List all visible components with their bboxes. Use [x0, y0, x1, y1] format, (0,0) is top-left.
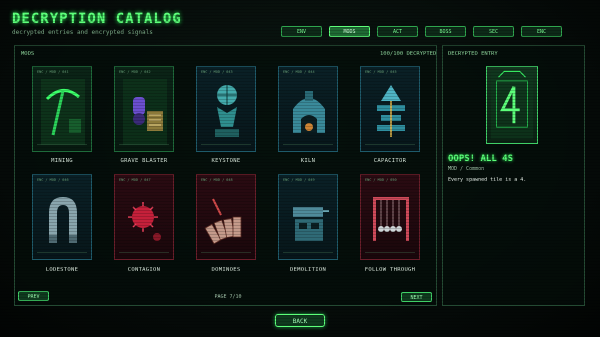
page-title: DECRYPTION CATALOG — [12, 11, 182, 27]
decrypted-count: 100/100 DECRYPTED — [380, 51, 437, 57]
number-four-icon — [490, 70, 534, 139]
card-tag: ENC / MOD / 043 — [201, 70, 233, 74]
card-tag: ENC / MOD / 045 — [365, 70, 397, 74]
card-tag: ENC / MOD / 049 — [283, 178, 315, 182]
card-name-lodestone: LODESTONE — [45, 267, 79, 273]
mod-card-lodestone[interactable]: ENC / MOD / 046 — [32, 174, 92, 260]
pickaxe-icon — [41, 79, 85, 145]
card-name-mining: MINING — [51, 158, 73, 164]
detail-section-label: DECRYPTED ENTRY — [448, 51, 498, 57]
card-footer — [283, 144, 333, 148]
category-tabs: ENV MODS ACT BOSS SEC ENC — [281, 26, 562, 37]
mod-card-demolition[interactable]: ENC / MOD / 049 — [278, 174, 338, 260]
mod-card-follow-through[interactable]: ENC / MOD / 050 — [360, 174, 420, 260]
grid-section-label: MODS — [21, 51, 35, 57]
card-tag: ENC / MOD / 048 — [201, 178, 233, 182]
card-name-follow-through: FOLLOW THROUGH — [364, 267, 416, 273]
mod-card-capacitor[interactable]: ENC / MOD / 045 — [360, 66, 420, 152]
card-name-grave-blaster: GRAVE BLASTER — [120, 158, 168, 164]
card-tag: ENC / MOD / 044 — [283, 70, 315, 74]
card-name-kiln: KILN — [300, 158, 316, 164]
selected-card-preview — [486, 66, 538, 144]
card-footer — [37, 144, 87, 148]
back-button[interactable]: BACK — [275, 314, 325, 327]
grave-blaster-icon — [123, 79, 167, 145]
mod-card-contagion[interactable]: ENC / MOD / 047 — [114, 174, 174, 260]
card-name-contagion: CONTAGION — [127, 267, 161, 273]
card-tag: ENC / MOD / 050 — [365, 178, 397, 182]
decryption-catalog-screen: DECRYPTION CATALOG decrypted entries and… — [0, 0, 600, 337]
tab-boss[interactable]: BOSS — [425, 26, 466, 37]
dominoes-icon — [204, 198, 242, 245]
demolition-icon — [293, 207, 329, 241]
mod-card-keystone[interactable]: ENC / MOD / 043 — [196, 66, 256, 152]
virus-icon — [128, 202, 161, 241]
mod-card-kiln[interactable]: ENC / MOD / 044 — [278, 66, 338, 152]
tab-env[interactable]: ENV — [281, 26, 322, 37]
tab-act[interactable]: ACT — [377, 26, 418, 37]
card-name-dominoes: DOMINOES — [211, 267, 241, 273]
card-footer — [365, 144, 415, 148]
card-name-keystone: KEYSTONE — [211, 158, 241, 164]
card-tag: ENC / MOD / 047 — [119, 178, 151, 182]
capacitor-icon — [377, 85, 405, 137]
selected-mod-type: MOD / Common — [448, 166, 485, 172]
card-footer — [283, 252, 333, 256]
card-footer — [37, 252, 87, 256]
mod-card-mining[interactable]: ENC / MOD / 041 — [32, 66, 92, 152]
card-tag: ENC / MOD / 042 — [119, 70, 151, 74]
mod-card-dominoes[interactable]: ENC / MOD / 048 — [196, 174, 256, 260]
selected-mod-description: Every spawned tile is a 4. — [448, 177, 527, 183]
tab-sec[interactable]: SEC — [473, 26, 514, 37]
atlas-statue-icon — [215, 85, 239, 137]
card-footer — [119, 144, 169, 148]
newtons-cradle-icon — [373, 197, 409, 241]
card-footer — [365, 252, 415, 256]
card-name-demolition: DEMOLITION — [289, 267, 327, 273]
selected-mod-name: OOPS! ALL 4S — [448, 154, 514, 164]
card-footer — [201, 252, 251, 256]
magnet-icon — [49, 197, 77, 243]
tab-mods[interactable]: MODS — [329, 26, 370, 37]
card-tag: ENC / MOD / 046 — [37, 178, 69, 182]
page-subtitle: decrypted entries and encrypted signals — [12, 29, 153, 36]
card-name-capacitor: CAPACITOR — [373, 158, 407, 164]
next-page-button[interactable]: NEXT — [401, 292, 432, 302]
card-footer — [119, 252, 169, 256]
prev-page-button[interactable]: PREV — [18, 291, 49, 301]
card-tag: ENC / MOD / 041 — [37, 70, 69, 74]
mod-card-grave-blaster[interactable]: ENC / MOD / 042 — [114, 66, 174, 152]
tab-enc[interactable]: ENC — [521, 26, 562, 37]
card-footer — [201, 144, 251, 148]
page-indicator: PAGE 7/10 — [214, 294, 242, 300]
kiln-icon — [293, 91, 325, 133]
